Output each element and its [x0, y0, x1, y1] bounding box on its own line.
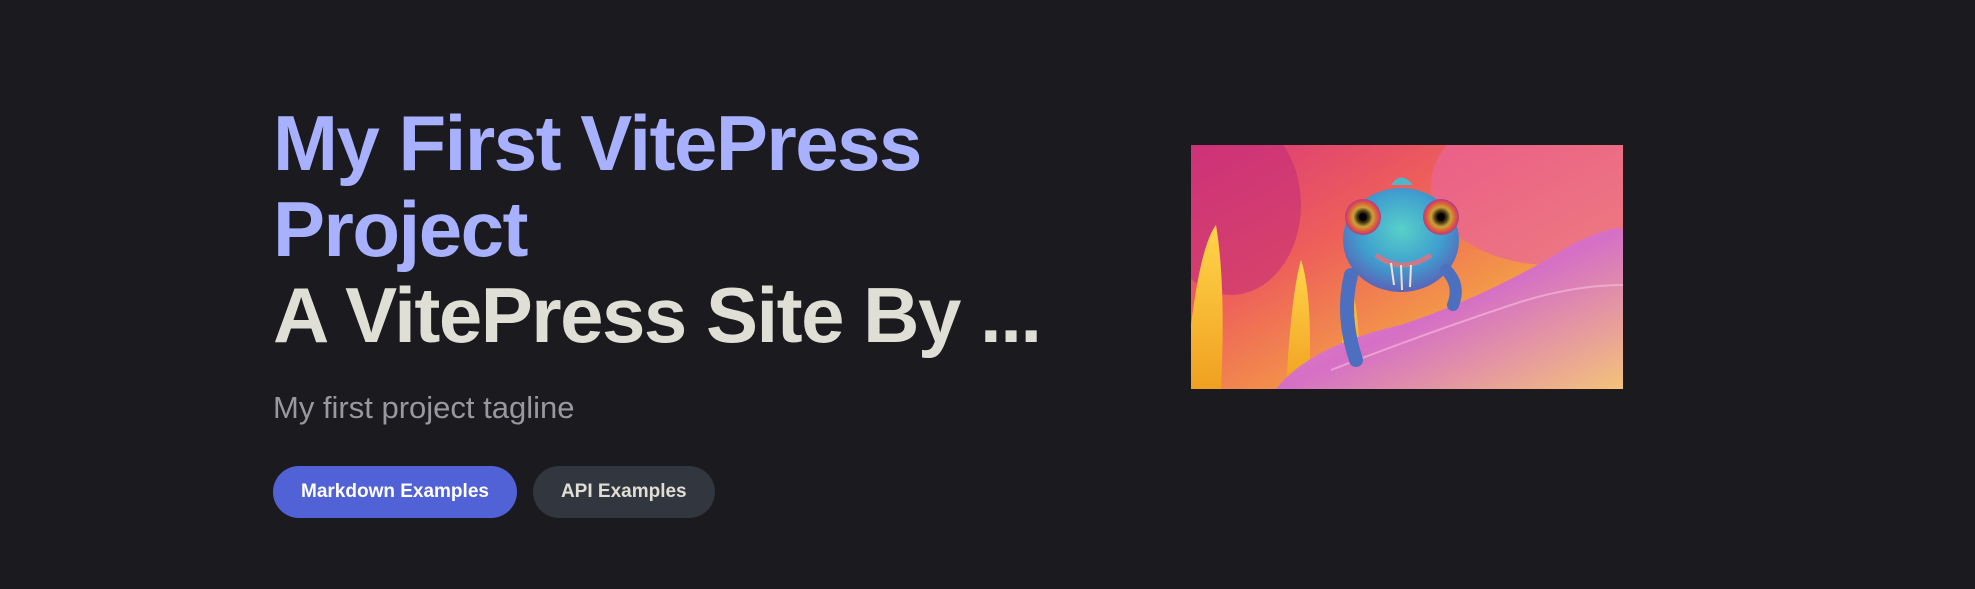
hero-image [1191, 145, 1623, 389]
markdown-examples-button[interactable]: Markdown Examples [273, 466, 517, 518]
chameleon-flower-image [1191, 145, 1623, 389]
hero-tagline: My first project tagline [273, 390, 575, 425]
hero-title: A VitePress Site By ... [273, 271, 1042, 359]
api-examples-button[interactable]: API Examples [532, 466, 715, 518]
hero-name: My First VitePress Project [273, 99, 922, 273]
hero-section: My First VitePress Project A VitePress S… [0, 0, 1975, 589]
hero-actions: Markdown Examples API Examples [273, 466, 1033, 518]
hero-text: My First VitePress Project A VitePress S… [273, 99, 1042, 518]
